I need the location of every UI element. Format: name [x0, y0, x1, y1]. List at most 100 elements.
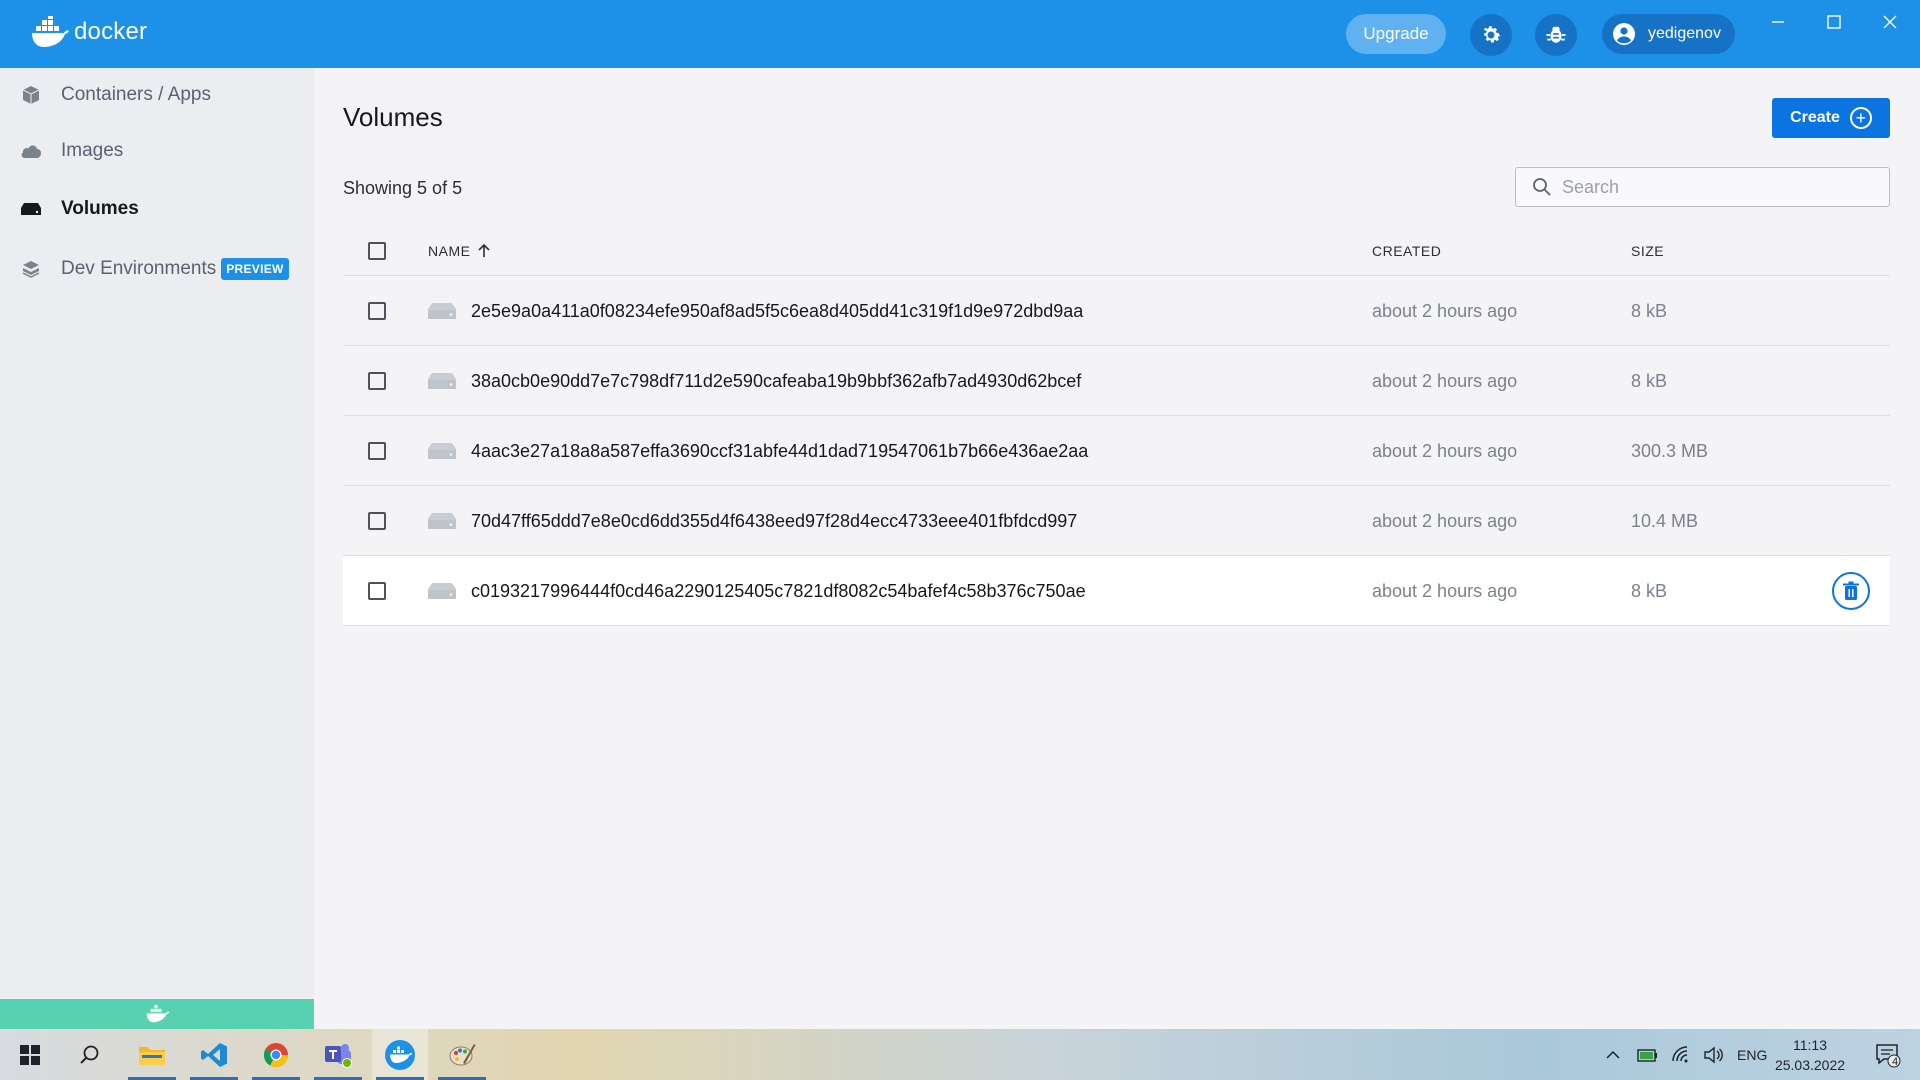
row-checkbox[interactable]: [368, 582, 386, 600]
column-header-size[interactable]: SIZE: [1631, 226, 1664, 276]
cloud-icon: [20, 140, 42, 162]
preview-badge: PREVIEW: [221, 258, 289, 280]
chrome-icon: [263, 1042, 288, 1067]
select-all-checkbox-cell[interactable]: [368, 226, 386, 276]
language-indicator[interactable]: ENG: [1737, 1047, 1767, 1063]
chevron-up-icon[interactable]: [1605, 1047, 1621, 1063]
windows-taskbar: ENG 11:13 25.03.2022 4: [0, 1029, 1920, 1080]
table-row[interactable]: 2e5e9a0a411a0f08234efe950af8ad5f5c6ea8d4…: [343, 276, 1890, 346]
search-icon: [1533, 178, 1551, 196]
sidebar-item-volumes[interactable]: Volumes: [0, 185, 314, 233]
taskbar-chrome[interactable]: [248, 1029, 304, 1080]
table-row[interactable]: c0193217996444f0cd46a2290125405c7821df80…: [343, 556, 1890, 626]
close-icon: [1883, 15, 1897, 29]
windows-logo-icon: [20, 1044, 40, 1065]
speaker-icon[interactable]: [1703, 1046, 1723, 1064]
maximize-icon: [1827, 15, 1841, 29]
create-volume-button[interactable]: Create +: [1772, 98, 1890, 138]
paint-palette-icon: [449, 1043, 476, 1065]
volume-name[interactable]: 70d47ff65ddd7e8e0cd6dd355d4f6438eed97f28…: [471, 486, 1077, 556]
whale-icon: [146, 1005, 170, 1023]
taskbar-teams[interactable]: [310, 1029, 366, 1080]
start-button[interactable]: [2, 1029, 58, 1080]
bug-icon: [1546, 26, 1566, 43]
main-content: Volumes Create + Showing 5 of 5 NAME CRE…: [314, 68, 1920, 1029]
volume-name[interactable]: 4aac3e27a18a8a587effa3690ccf31abfe44d1da…: [471, 416, 1088, 486]
column-header-label: CREATED: [1372, 243, 1442, 259]
volume-name[interactable]: 38a0cb0e90dd7e7c798df711d2e590cafeaba19b…: [471, 346, 1081, 416]
minimize-window-button[interactable]: [1762, 8, 1794, 36]
volume-name[interactable]: 2e5e9a0a411a0f08234efe950af8ad5f5c6ea8d4…: [471, 276, 1083, 346]
taskbar-vscode[interactable]: [186, 1029, 242, 1080]
hard-drive-icon: [20, 198, 42, 220]
cube-icon: [20, 84, 42, 106]
search-box[interactable]: [1515, 167, 1890, 207]
docker-app-icon: [385, 1039, 415, 1070]
table-header: NAME CREATED SIZE: [343, 226, 1890, 276]
vscode-icon: [201, 1042, 227, 1067]
table-row[interactable]: 4aac3e27a18a8a587effa3690ccf31abfe44d1da…: [343, 416, 1890, 486]
sidebar-item-containers[interactable]: Containers / Apps: [0, 71, 314, 119]
table-row[interactable]: 38a0cb0e90dd7e7c798df711d2e590cafeaba19b…: [343, 346, 1890, 416]
taskbar-docker[interactable]: [372, 1029, 428, 1080]
column-header-name[interactable]: NAME: [428, 226, 492, 276]
select-all-checkbox[interactable]: [368, 242, 386, 260]
notification-center-button[interactable]: 4: [1860, 1029, 1916, 1080]
volume-created: about 2 hours ago: [1372, 580, 1518, 601]
taskbar-paint[interactable]: [434, 1029, 490, 1080]
notification-count: 4: [1892, 1056, 1899, 1068]
sort-arrow-up-icon: [478, 243, 491, 257]
volume-size: 8 kB: [1631, 300, 1668, 321]
gear-icon: [1483, 26, 1501, 43]
upgrade-button[interactable]: Upgrade: [1346, 14, 1446, 54]
settings-button[interactable]: [1470, 14, 1512, 56]
volume-created: about 2 hours ago: [1372, 440, 1518, 461]
search-input[interactable]: [1562, 176, 1862, 198]
table-row[interactable]: 70d47ff65ddd7e8e0cd6dd355d4f6438eed97f28…: [343, 486, 1890, 556]
delete-volume-button[interactable]: [1832, 572, 1870, 610]
volume-created: about 2 hours ago: [1372, 370, 1518, 391]
row-checkbox[interactable]: [368, 302, 386, 320]
column-header-created[interactable]: CREATED: [1372, 226, 1441, 276]
volume-icon: [428, 303, 456, 319]
row-checkbox[interactable]: [368, 512, 386, 530]
system-tray: ENG: [1605, 1029, 1767, 1080]
clock-date: 25.03.2022: [1774, 1057, 1846, 1073]
app-name: docker: [74, 18, 148, 45]
maximize-window-button[interactable]: [1818, 8, 1850, 36]
trash-icon: [1843, 581, 1859, 600]
taskbar-file-explorer[interactable]: [124, 1029, 180, 1080]
page-title: Volumes: [343, 102, 443, 132]
plus-circle-icon: +: [1849, 107, 1872, 129]
taskbar-search-button[interactable]: [62, 1029, 118, 1080]
battery-icon[interactable]: [1637, 1047, 1659, 1063]
docker-logo: docker: [30, 16, 147, 48]
sidebar-item-dev-environments[interactable]: Dev Environments PREVIEW: [0, 245, 314, 293]
folder-icon: [139, 1046, 165, 1065]
wifi-icon[interactable]: [1671, 1045, 1691, 1064]
volume-size: 10.4 MB: [1631, 510, 1699, 531]
row-checkbox[interactable]: [368, 372, 386, 390]
user-avatar-icon: [1613, 23, 1635, 45]
volume-icon: [428, 583, 456, 599]
user-account-button[interactable]: yedigenov: [1602, 14, 1735, 54]
volume-icon: [428, 373, 456, 389]
column-header-label: SIZE: [1631, 243, 1665, 259]
volume-created: about 2 hours ago: [1372, 510, 1518, 531]
sidebar-item-images[interactable]: Images: [0, 127, 314, 175]
volume-name[interactable]: c0193217996444f0cd46a2290125405c7821df80…: [471, 556, 1086, 626]
layers-icon: [20, 258, 42, 280]
row-checkbox[interactable]: [368, 442, 386, 460]
sidebar-item-label: Dev Environments: [61, 258, 217, 279]
sidebar-item-label: Images: [61, 140, 124, 161]
close-window-button[interactable]: [1874, 8, 1906, 36]
volume-icon: [428, 443, 456, 459]
sidebar-item-label: Volumes: [61, 198, 139, 219]
engine-status-bar[interactable]: [0, 999, 314, 1029]
volume-created: about 2 hours ago: [1372, 300, 1518, 321]
taskbar-clock[interactable]: 11:13 25.03.2022: [1770, 1035, 1850, 1075]
app-header: docker Upgrade yedigenov: [0, 0, 1920, 68]
troubleshoot-button[interactable]: [1535, 14, 1577, 56]
username-label: yedigenov: [1648, 25, 1721, 42]
sidebar: Containers / Apps Images Volumes Dev Env…: [0, 68, 314, 999]
